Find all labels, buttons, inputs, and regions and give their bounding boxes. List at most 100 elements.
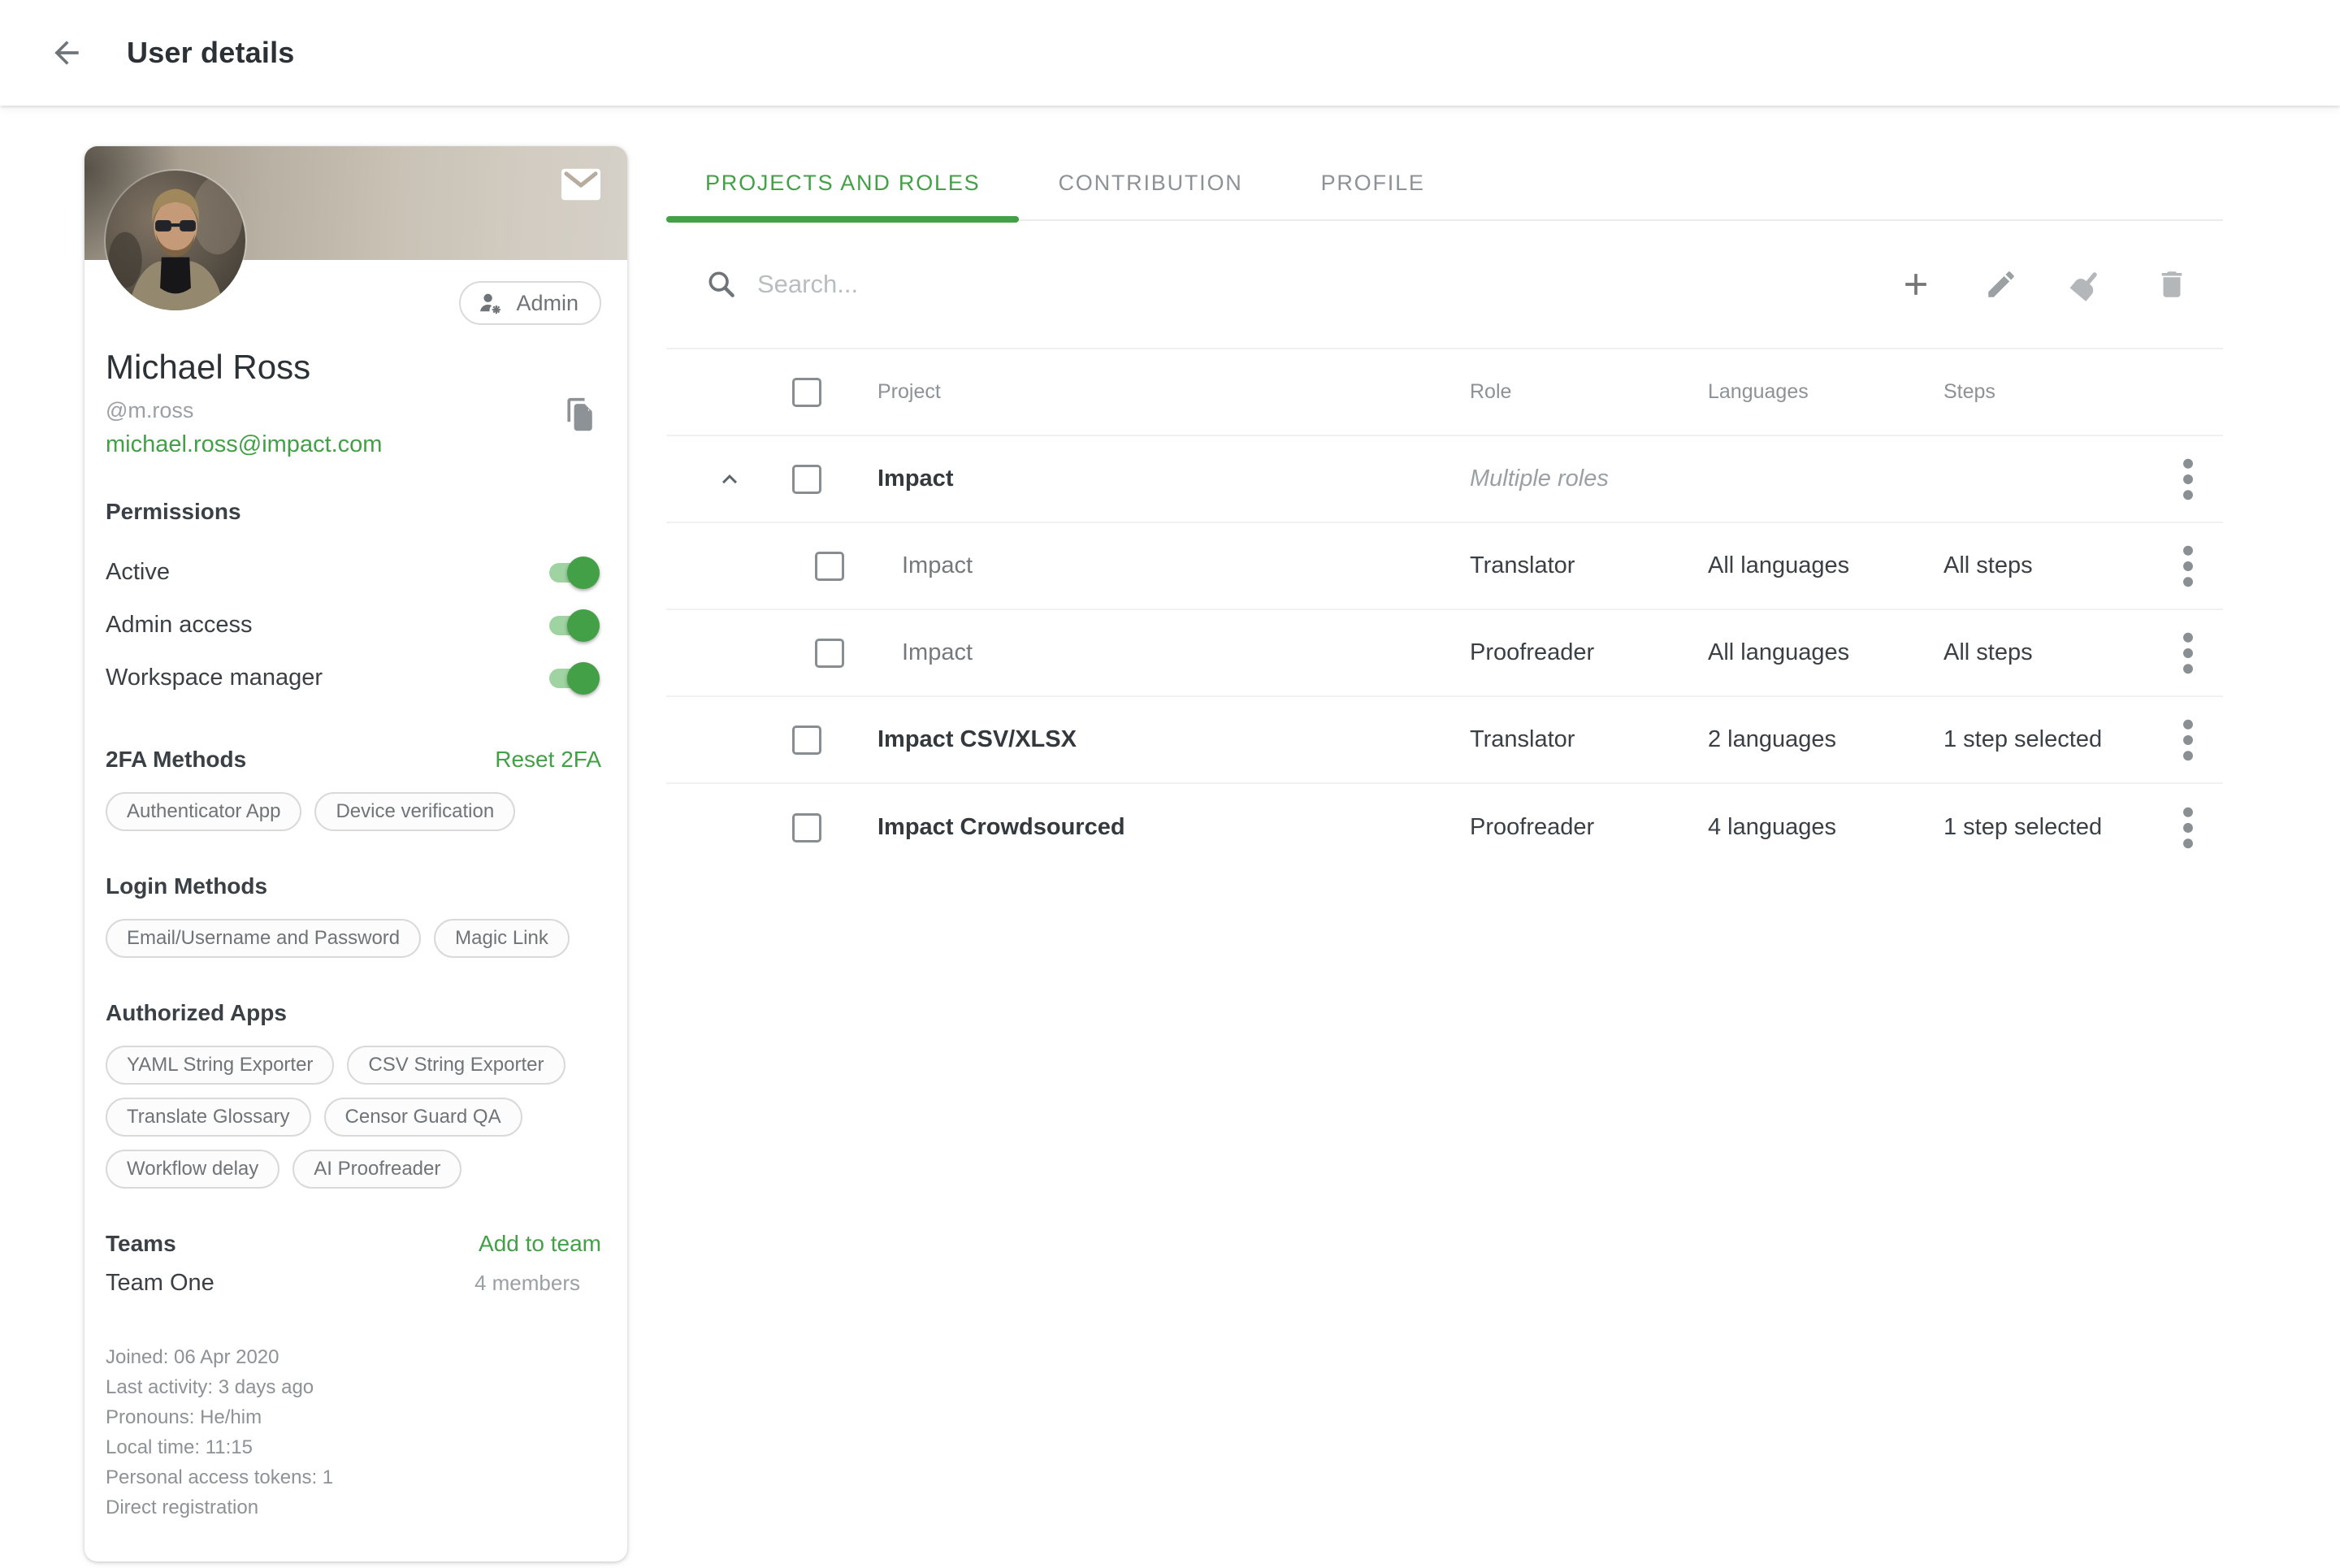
mail-icon <box>557 165 604 204</box>
toggle-thumb <box>567 609 600 642</box>
role-cell: Translator <box>1439 552 1677 579</box>
table-rows: Impact Multiple roles Impact Translator … <box>666 436 2223 871</box>
copy-icon <box>562 395 598 434</box>
column-role: Role <box>1439 380 1677 404</box>
search-input[interactable] <box>757 270 1898 299</box>
role-badge: Admin <box>459 281 601 325</box>
chevron-up-icon <box>715 465 744 494</box>
permissions-title: Permissions <box>106 499 601 525</box>
project-name-cell: Impact <box>878 552 1439 579</box>
user-meta: Joined: 06 Apr 2020Last activity: 3 days… <box>106 1342 601 1523</box>
arrow-back-icon <box>49 35 84 71</box>
page-title: User details <box>127 36 295 70</box>
add-to-team-link[interactable]: Add to team <box>479 1231 601 1257</box>
role-cell: Multiple roles <box>1439 466 1677 492</box>
role-cell: Translator <box>1439 726 1677 753</box>
admin-icon <box>477 291 505 315</box>
add-project-button[interactable] <box>1898 266 1934 302</box>
meta-line: Local time: 11:15 <box>106 1432 601 1462</box>
meta-line: Pronouns: He/him <box>106 1402 601 1432</box>
row-checkbox[interactable] <box>792 813 821 842</box>
meta-line: Direct registration <box>106 1492 601 1523</box>
row-menu-button[interactable] <box>2182 718 2194 762</box>
copy-email-button[interactable] <box>562 395 598 434</box>
toggle-switch[interactable] <box>549 613 596 638</box>
row-menu-button[interactable] <box>2182 806 2194 850</box>
permission-label: Active <box>106 559 170 586</box>
chip: Device verification <box>314 792 515 831</box>
row-menu-button[interactable] <box>2182 631 2194 675</box>
edit-button[interactable] <box>1984 267 2018 301</box>
tab-projects-and-roles[interactable]: PROJECTS AND ROLES <box>666 146 1019 219</box>
kebab-icon <box>2182 718 2194 762</box>
search-row <box>666 221 2223 349</box>
project-name-cell: Impact Crowdsourced <box>878 814 1439 841</box>
tab-contribution[interactable]: CONTRIBUTION <box>1019 146 1281 219</box>
chip: Translate Glossary <box>106 1098 311 1137</box>
permission-label: Admin access <box>106 612 253 639</box>
select-all-checkbox[interactable] <box>792 378 821 407</box>
trash-icon <box>2155 267 2189 301</box>
user-email-link[interactable]: michael.ross@impact.com <box>106 431 382 458</box>
delete-button[interactable] <box>2155 267 2189 301</box>
kebab-icon <box>2182 631 2194 675</box>
steps-cell: 1 step selected <box>1913 814 2153 841</box>
permissions-toggles: Active Admin access Workspace manager <box>106 546 601 704</box>
column-languages: Languages <box>1677 380 1913 404</box>
steps-cell: 1 step selected <box>1913 726 2153 753</box>
authorized-apps-chips: YAML String ExporterCSV String ExporterT… <box>106 1046 601 1189</box>
kebab-icon <box>2182 544 2194 588</box>
table-header: Project Role Languages Steps <box>666 349 2223 436</box>
toggle-switch[interactable] <box>549 561 596 585</box>
broom-icon <box>2069 266 2104 302</box>
tab-profile[interactable]: PROFILE <box>1282 146 1464 219</box>
languages-cell: 2 languages <box>1677 726 1913 753</box>
user-card: Admin Michael Ross @m.ross michael.ross@… <box>84 146 627 1562</box>
project-name-cell: Impact CSV/XLSX <box>878 726 1439 753</box>
meta-line: Last activity: 3 days ago <box>106 1372 601 1402</box>
reset-2fa-link[interactable]: Reset 2FA <box>495 747 601 773</box>
table-row: Impact Proofreader All languages All ste… <box>666 610 2223 697</box>
column-steps: Steps <box>1913 380 2153 404</box>
pencil-icon <box>1984 267 2018 301</box>
main-area: Admin Michael Ross @m.ross michael.ross@… <box>0 106 2340 1562</box>
chip: AI Proofreader <box>292 1150 462 1189</box>
languages-cell: All languages <box>1677 552 1913 579</box>
table-row: Impact Translator All languages All step… <box>666 523 2223 610</box>
languages-cell: 4 languages <box>1677 814 1913 841</box>
search-icon <box>705 268 738 301</box>
toggle-switch[interactable] <box>549 666 596 691</box>
team-name: Team One <box>106 1270 214 1297</box>
row-checkbox[interactable] <box>815 552 844 581</box>
toggle-thumb <box>567 557 600 589</box>
meta-line: Joined: 06 Apr 2020 <box>106 1342 601 1372</box>
role-cell: Proofreader <box>1439 639 1677 666</box>
row-menu-button[interactable] <box>2182 544 2194 588</box>
table-toolbar <box>1898 266 2189 302</box>
kebab-icon <box>2182 457 2194 501</box>
avatar <box>106 171 245 310</box>
teams-title: Teams <box>106 1231 176 1257</box>
chip: Email/Username and Password <box>106 919 421 958</box>
steps-cell: All steps <box>1913 552 2153 579</box>
row-menu-button[interactable] <box>2182 457 2194 501</box>
top-bar: User details <box>0 0 2340 106</box>
project-name-cell: Impact <box>878 639 1439 666</box>
role-badge-label: Admin <box>516 291 578 316</box>
chip: Censor Guard QA <box>324 1098 522 1137</box>
meta-line: Personal access tokens: 1 <box>106 1462 601 1492</box>
chip: Workflow delay <box>106 1150 280 1189</box>
row-checkbox[interactable] <box>792 465 821 494</box>
row-checkbox[interactable] <box>815 639 844 668</box>
row-checkbox[interactable] <box>792 726 821 755</box>
clean-button[interactable] <box>2069 266 2104 302</box>
tab-bar: PROJECTS AND ROLESCONTRIBUTIONPROFILE <box>666 146 2223 221</box>
permission-row: Workspace manager <box>106 652 601 704</box>
team-members-count: 4 members <box>474 1271 580 1296</box>
permission-label: Workspace manager <box>106 665 323 691</box>
permission-row: Admin access <box>106 599 601 652</box>
back-button[interactable] <box>49 35 84 71</box>
send-email-button[interactable] <box>556 164 606 205</box>
collapse-row-button[interactable] <box>715 465 744 494</box>
project-name-cell: Impact <box>878 466 1439 492</box>
